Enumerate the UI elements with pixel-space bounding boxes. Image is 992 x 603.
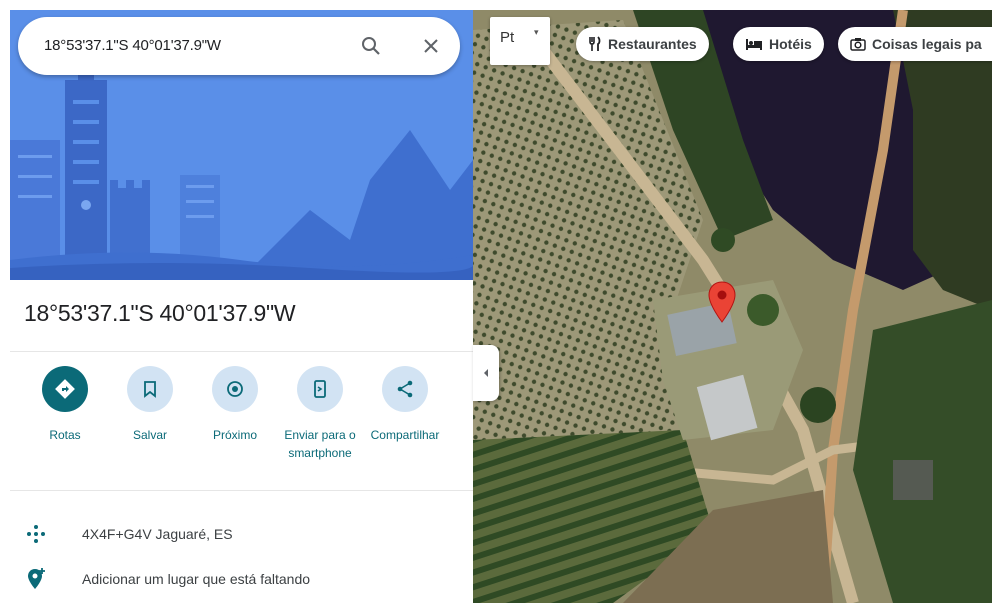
directions-icon <box>55 379 75 399</box>
layer-selector[interactable]: Pt ▾ <box>490 17 550 65</box>
plus-code-icon <box>24 522 48 546</box>
chip-restaurants-label: Restaurantes <box>608 36 697 52</box>
share-button[interactable]: Compartilhar <box>359 366 451 444</box>
nearby-icon <box>227 381 243 397</box>
collapse-panel-button[interactable] <box>473 345 499 401</box>
map-canvas[interactable] <box>473 10 992 603</box>
chevron-down-icon: ▾ <box>534 27 539 37</box>
hotel-icon <box>745 37 763 51</box>
chip-restaurants[interactable]: Restaurantes <box>576 27 709 61</box>
directions-icon-circle <box>42 366 88 412</box>
clear-search-button[interactable] <box>416 31 446 61</box>
divider <box>10 351 473 352</box>
send-to-phone-button[interactable]: Enviar para o smartphone <box>274 366 366 462</box>
camera-icon <box>850 37 866 51</box>
layer-label: Pt <box>500 29 515 46</box>
directions-button[interactable]: Rotas <box>19 366 111 444</box>
add-place-icon <box>24 567 48 591</box>
chip-hotels[interactable]: Hotéis <box>733 27 824 61</box>
save-icon-circle <box>127 366 173 412</box>
place-title: 18°53'37.1"S 40°01'37.9"W <box>24 300 296 326</box>
search-button[interactable] <box>356 31 386 61</box>
close-icon <box>424 39 438 53</box>
send-to-phone-label: Enviar para o smartphone <box>284 428 356 460</box>
side-panel: 18°53'37.1"S 40°01'37.9"W 18°53'37.1"S 4… <box>10 10 473 603</box>
add-place-text: Adicionar um lugar que está faltando <box>82 571 311 587</box>
share-icon-circle <box>382 366 428 412</box>
directions-label: Rotas <box>49 428 81 442</box>
search-input[interactable]: 18°53'37.1"S 40°01'37.9"W <box>44 37 221 54</box>
chip-things-to-do[interactable]: Coisas legais pa <box>838 27 992 61</box>
nearby-button[interactable]: Próximo <box>189 366 281 444</box>
divider <box>10 490 473 491</box>
restaurant-icon <box>588 36 602 52</box>
save-button[interactable]: Salvar <box>104 366 196 444</box>
chevron-left-icon <box>484 369 488 377</box>
nearby-icon-circle <box>212 366 258 412</box>
send-to-phone-icon-circle <box>297 366 343 412</box>
send-to-phone-icon <box>314 380 326 398</box>
plus-code-row[interactable]: 4X4F+G4V Jaguaré, ES <box>10 515 473 553</box>
bookmark-icon <box>144 381 156 398</box>
search-icon <box>362 37 380 55</box>
nearby-label: Próximo <box>212 428 257 442</box>
location-pin-icon[interactable] <box>706 280 738 324</box>
share-label: Compartilhar <box>370 428 440 442</box>
share-icon <box>397 380 413 398</box>
search-box[interactable]: 18°53'37.1"S 40°01'37.9"W <box>18 17 460 75</box>
plus-code-text: 4X4F+G4V Jaguaré, ES <box>82 526 233 542</box>
chip-things-to-do-label: Coisas legais pa <box>872 36 982 52</box>
add-place-row[interactable]: Adicionar um lugar que está faltando <box>10 560 473 598</box>
save-label: Salvar <box>132 428 167 442</box>
chip-hotels-label: Hotéis <box>769 36 812 52</box>
